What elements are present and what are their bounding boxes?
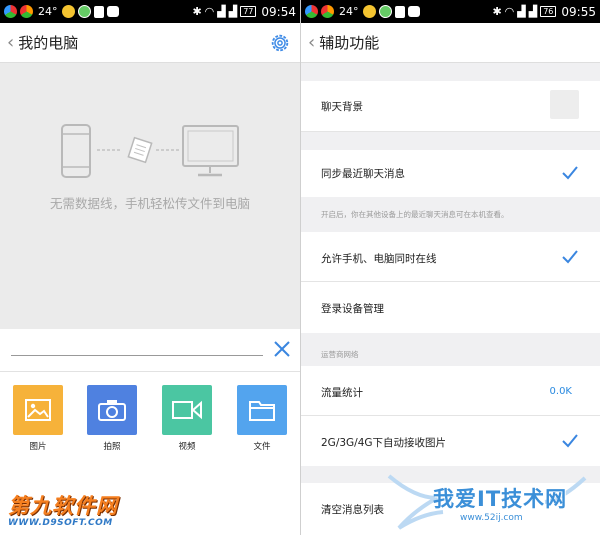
section-header-carrier: 运营商网络 bbox=[321, 350, 359, 359]
left-screen: 24° ✱ ◠ ▟ ▟ 77 09:54 ‹ 我的电脑 无需数据线，手机轻松传文… bbox=[0, 0, 300, 535]
checkbox-checked-icon[interactable] bbox=[562, 166, 578, 180]
app-status-icon bbox=[20, 5, 33, 18]
tool-camera[interactable]: 拍照 bbox=[87, 385, 137, 452]
setting-label: 清空消息列表 bbox=[321, 504, 384, 516]
checkbox-checked-icon[interactable] bbox=[562, 250, 578, 264]
wifi-icon: ◠ bbox=[504, 5, 515, 18]
wifi-icon: ◠ bbox=[204, 5, 215, 18]
close-icon[interactable] bbox=[272, 339, 292, 359]
sync-note: 开启后，你在其他设备上的最近聊天消息可在本机查看。 bbox=[321, 210, 509, 219]
tool-label: 视频 bbox=[178, 442, 196, 452]
message-input-bar bbox=[0, 329, 300, 371]
traffic-value: 0.0K bbox=[549, 386, 572, 397]
status-bar: 24° ✱ ◠ ▟ ▟ 77 09:54 bbox=[0, 0, 300, 23]
app-status-icon bbox=[378, 5, 392, 18]
status-bar: 24° ✱ ◠ ▟ ▟ 76 09:55 bbox=[301, 0, 600, 23]
tool-file[interactable]: 文件 bbox=[237, 385, 287, 452]
page-title: 辅助功能 bbox=[319, 34, 380, 52]
app-status-icon bbox=[4, 5, 17, 18]
bluetooth-icon: ✱ bbox=[192, 5, 202, 18]
sun-icon bbox=[61, 5, 75, 18]
setting-label: 2G/3G/4G下自动接收图片 bbox=[321, 437, 447, 449]
setting-allow-multi-online[interactable]: 允许手机、电脑同时在线 bbox=[301, 232, 600, 282]
back-icon[interactable]: ‹ bbox=[308, 33, 315, 52]
checkbox-checked-icon[interactable] bbox=[562, 434, 578, 448]
setting-traffic-stats[interactable]: 流量统计 0.0K bbox=[301, 366, 600, 416]
video-icon bbox=[172, 400, 202, 420]
sun-icon bbox=[362, 5, 376, 18]
signal-icon: ▟ bbox=[517, 5, 526, 18]
image-icon bbox=[25, 399, 51, 421]
transfer-illustration bbox=[61, 124, 239, 178]
app-status-icon bbox=[305, 5, 318, 18]
tool-label: 文件 bbox=[253, 442, 271, 452]
gear-icon[interactable] bbox=[269, 32, 291, 54]
battery-icon: 76 bbox=[540, 6, 557, 17]
app-status-icon bbox=[106, 6, 119, 17]
tool-label: 图片 bbox=[29, 442, 47, 452]
watermark-logo: 我爱IT技术网 www.52ij.com bbox=[385, 468, 600, 535]
empty-hint: 无需数据线，手机轻松传文件到电脑 bbox=[49, 196, 250, 211]
setting-label: 登录设备管理 bbox=[321, 303, 384, 315]
setting-label: 聊天背景 bbox=[321, 101, 363, 113]
setting-auto-receive-images[interactable]: 2G/3G/4G下自动接收图片 bbox=[301, 416, 600, 466]
bluetooth-icon: ✱ bbox=[492, 5, 502, 18]
weather-temp: 24° bbox=[339, 5, 359, 18]
watermark-logo: 第九软件网 WWW.D9SOFT.COM bbox=[8, 494, 118, 528]
app-status-icon bbox=[321, 5, 334, 18]
notice-icon bbox=[93, 5, 104, 18]
right-screen: 24° ✱ ◠ ▟ ▟ 76 09:55 ‹ 辅助功能 聊天背景 同步最近聊天消… bbox=[301, 0, 600, 535]
page-title: 我的电脑 bbox=[18, 34, 79, 52]
app-status-icon bbox=[77, 5, 91, 18]
setting-chat-background[interactable]: 聊天背景 bbox=[301, 81, 600, 132]
setting-label: 同步最近聊天消息 bbox=[321, 168, 405, 180]
header: ‹ 辅助功能 bbox=[301, 23, 600, 63]
setting-label: 允许手机、电脑同时在线 bbox=[321, 253, 437, 265]
status-time: 09:54 bbox=[261, 4, 296, 19]
message-input[interactable] bbox=[11, 337, 263, 355]
setting-label: 流量统计 bbox=[321, 387, 363, 399]
header: ‹ 我的电脑 bbox=[0, 23, 300, 63]
battery-icon: 77 bbox=[240, 6, 257, 17]
camera-icon bbox=[98, 400, 126, 421]
notice-icon bbox=[394, 5, 405, 18]
signal-icon: ▟ bbox=[228, 5, 238, 18]
tool-image[interactable]: 图片 bbox=[13, 385, 63, 452]
app-status-icon bbox=[407, 6, 420, 17]
folder-icon bbox=[249, 401, 275, 421]
setting-sync-recent[interactable]: 同步最近聊天消息 bbox=[301, 150, 600, 197]
status-time: 09:55 bbox=[561, 4, 596, 19]
chat-background-thumbnail bbox=[550, 90, 579, 119]
weather-temp: 24° bbox=[38, 5, 58, 18]
tool-label: 拍照 bbox=[103, 442, 121, 452]
back-icon[interactable]: ‹ bbox=[7, 33, 14, 52]
signal-icon: ▟ bbox=[528, 5, 538, 18]
setting-device-management[interactable]: 登录设备管理 bbox=[301, 282, 600, 333]
screenshot: 24° ✱ ◠ ▟ ▟ 77 09:54 ‹ 我的电脑 无需数据线，手机轻松传文… bbox=[0, 0, 600, 535]
signal-icon: ▟ bbox=[217, 5, 226, 18]
tool-video[interactable]: 视频 bbox=[162, 385, 212, 452]
